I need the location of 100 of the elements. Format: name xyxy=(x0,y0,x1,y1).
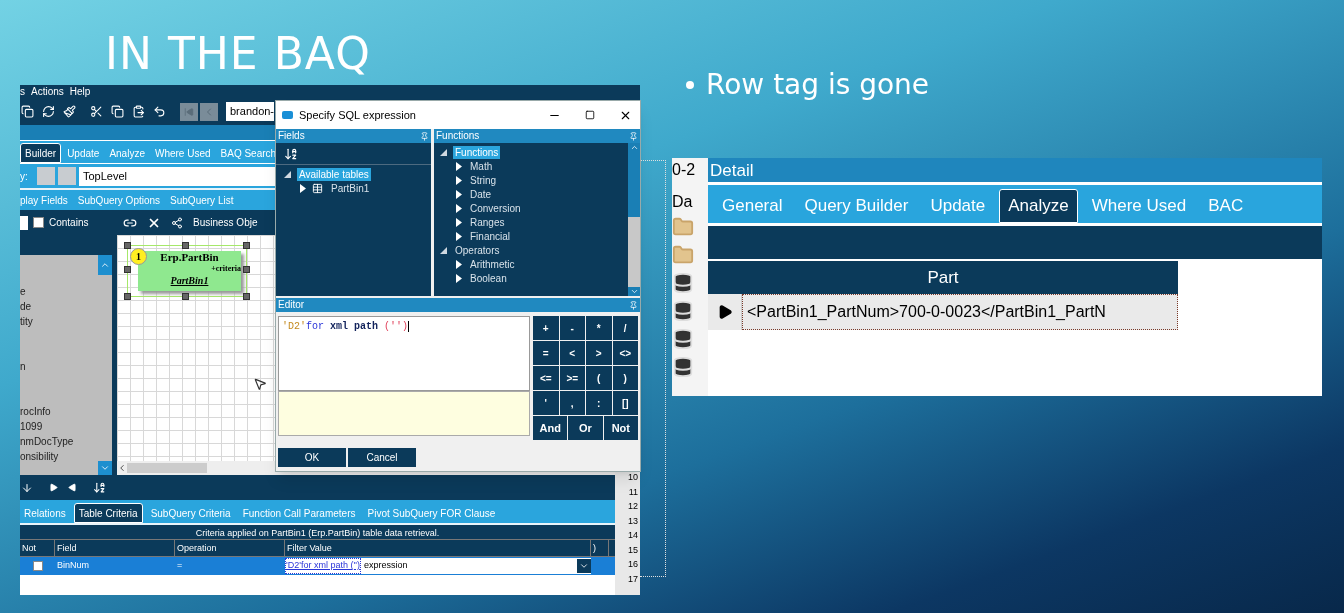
operator-button[interactable]: ' xyxy=(533,391,559,415)
scroll-down-icon[interactable] xyxy=(629,287,639,296)
table-list-item[interactable]: 1099 xyxy=(20,420,98,434)
tree-item[interactable]: String xyxy=(468,173,499,187)
tab[interactable]: Builder xyxy=(20,143,62,163)
selection-handle[interactable] xyxy=(182,242,189,249)
collapsed-triangle-icon[interactable] xyxy=(300,183,306,193)
selection-handle[interactable] xyxy=(182,293,189,300)
tree-item[interactable]: PartBin1 xyxy=(329,181,372,195)
pin-icon[interactable] xyxy=(629,131,638,141)
column-header[interactable]: Operation xyxy=(175,540,285,556)
operator-button[interactable]: ( xyxy=(586,366,612,390)
selection-handle[interactable] xyxy=(124,242,131,249)
tree-item[interactable]: Conversion xyxy=(468,201,523,215)
operator-button[interactable]: + xyxy=(533,316,559,340)
tab[interactable]: Analyze xyxy=(999,189,1078,223)
table-list-item[interactable]: nmDocType xyxy=(20,435,98,449)
table-list-item[interactable]: rocInfo xyxy=(20,405,98,419)
selection-frame[interactable]: 1 Erp.PartBin +criteria PartBin1 xyxy=(127,245,247,297)
database-icon[interactable] xyxy=(672,356,694,378)
operator-button[interactable]: / xyxy=(612,316,638,340)
scroll-left-icon[interactable] xyxy=(117,463,127,473)
selection-handle[interactable] xyxy=(243,242,250,249)
operator-button[interactable]: >= xyxy=(559,366,585,390)
first-record-button[interactable] xyxy=(180,102,198,121)
copy-icon[interactable] xyxy=(111,105,124,118)
database-icon[interactable] xyxy=(672,300,694,322)
logic-button[interactable]: And xyxy=(533,416,568,440)
menu-item[interactable]: Help xyxy=(69,86,91,97)
expression-link[interactable]: 'D2'for xml path ('') xyxy=(285,558,361,574)
tab[interactable]: Table Criteria xyxy=(73,503,143,523)
contains-checkbox[interactable] xyxy=(33,217,44,228)
tree-item[interactable]: Boolean xyxy=(468,271,509,285)
tree-item[interactable]: Date xyxy=(468,187,494,201)
selection-handle[interactable] xyxy=(124,266,131,273)
tree-item[interactable]: Arithmetic xyxy=(468,257,517,271)
selection-handle[interactable] xyxy=(124,293,131,300)
dialog-button[interactable]: OK xyxy=(278,448,346,467)
column-header[interactable]: ) xyxy=(591,540,609,556)
scrollbar[interactable] xyxy=(628,143,640,296)
column-header[interactable]: Filter Value xyxy=(285,540,591,556)
dropdown-button[interactable] xyxy=(577,559,591,573)
operator-button[interactable]: * xyxy=(586,316,612,340)
menu-item[interactable]: Actions xyxy=(31,86,64,97)
toolbar-field[interactable]: brandon- xyxy=(226,102,274,121)
code-editor[interactable]: 'D2'for xml path ('') xyxy=(278,316,530,391)
brush-icon[interactable] xyxy=(63,105,76,118)
operator-button[interactable]: = xyxy=(533,341,559,365)
pin-icon[interactable] xyxy=(420,131,429,141)
operator-button[interactable]: ) xyxy=(612,366,638,390)
operator-button[interactable]: - xyxy=(559,316,585,340)
not-checkbox[interactable] xyxy=(32,561,43,571)
table-list-item[interactable]: de xyxy=(20,300,98,314)
maximize-icon[interactable] xyxy=(585,110,595,120)
undo-icon[interactable] xyxy=(153,105,166,118)
collapsed-triangle-icon[interactable] xyxy=(456,273,462,283)
dialog-button[interactable]: Cancel xyxy=(348,448,416,467)
column-header[interactable]: Field xyxy=(55,540,175,556)
selection-handle[interactable] xyxy=(243,266,250,273)
down-arrow-icon[interactable] xyxy=(21,481,33,494)
sort-icon[interactable] xyxy=(284,146,298,161)
table-list-item[interactable]: onsibility xyxy=(20,450,98,464)
operator-button[interactable]: <= xyxy=(533,366,559,390)
left-triangle-icon[interactable] xyxy=(68,483,77,492)
collapsed-triangle-icon[interactable] xyxy=(456,161,462,171)
pin-icon[interactable] xyxy=(629,300,638,310)
logic-button[interactable]: Not xyxy=(603,416,638,440)
collapsed-triangle-icon[interactable] xyxy=(456,231,462,241)
menu-item[interactable]: s xyxy=(20,86,25,97)
business-object-icon[interactable] xyxy=(171,216,183,229)
database-icon[interactable] xyxy=(672,328,694,350)
operator-button[interactable]: > xyxy=(586,341,612,365)
operator-button[interactable]: : xyxy=(586,391,612,415)
operator-button[interactable]: [] xyxy=(612,391,638,415)
logic-button[interactable]: Or xyxy=(568,416,603,440)
paste-icon[interactable] xyxy=(132,105,145,118)
right-triangle-icon[interactable] xyxy=(49,483,58,492)
operator-button[interactable]: < xyxy=(559,341,585,365)
operator-button[interactable]: <> xyxy=(612,341,638,365)
expanded-triangle-icon[interactable] xyxy=(284,170,291,178)
table-list-item[interactable]: tity xyxy=(20,315,98,329)
table-list-item[interactable]: n xyxy=(20,360,98,374)
scroll-up-icon[interactable] xyxy=(629,143,639,152)
column-header[interactable]: Part xyxy=(927,264,959,291)
tree-item[interactable]: Ranges xyxy=(468,215,507,229)
collapsed-triangle-icon[interactable] xyxy=(456,259,462,269)
collapsed-triangle-icon[interactable] xyxy=(456,189,462,199)
tree-item[interactable]: Math xyxy=(468,159,495,173)
tree-item[interactable]: Operators xyxy=(453,243,502,257)
sort-icon[interactable] xyxy=(93,481,106,494)
expanded-triangle-icon[interactable] xyxy=(440,148,447,156)
column-header[interactable]: Not xyxy=(20,540,55,556)
database-icon[interactable] xyxy=(672,272,694,294)
criteria-row[interactable]: BinNum = 'D2'for xml path ('') expression xyxy=(20,557,615,575)
toolbar-label[interactable]: Business Obje xyxy=(193,215,258,230)
operator-button[interactable]: , xyxy=(559,391,585,415)
tree-item[interactable]: Financial xyxy=(468,229,513,243)
collapsed-triangle-icon[interactable] xyxy=(456,175,462,185)
search-field[interactable] xyxy=(20,215,28,230)
collapsed-triangle-icon[interactable] xyxy=(456,203,462,213)
